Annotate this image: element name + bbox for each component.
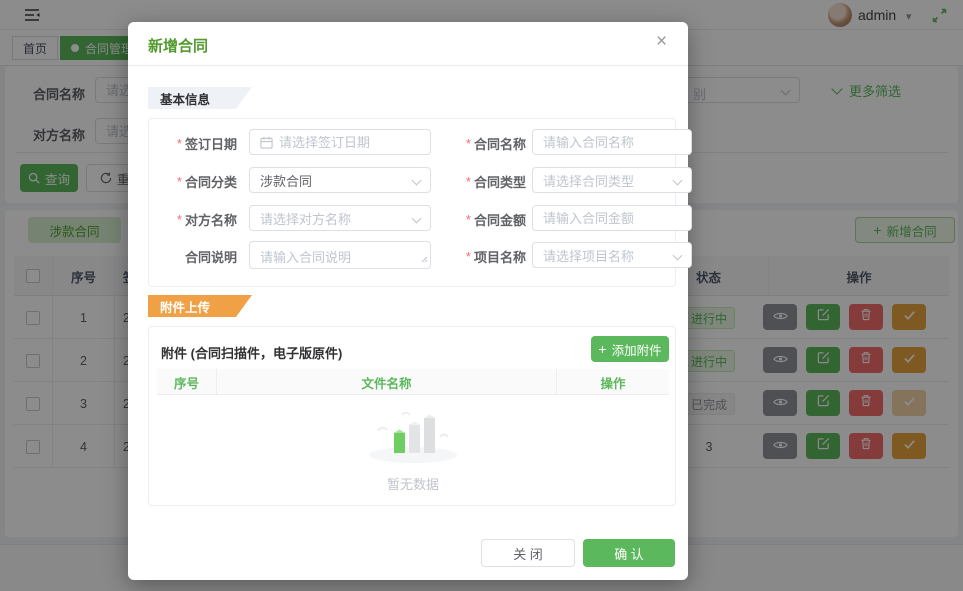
field-label-contract-name: * 合同名称 — [439, 134, 526, 153]
empty-chart-illustration — [358, 401, 468, 470]
dialog-confirm-button[interactable]: 确 认 — [583, 539, 675, 567]
attachment-section-badge: 附件上传 — [148, 295, 252, 317]
sign-date-input[interactable] — [249, 129, 431, 155]
app-root: admin ▾ 首页 合同管理 合同名称 对方名称 — [0, 0, 963, 591]
label-text: 合同名称 — [474, 134, 526, 153]
basic-info-section-badge: 基本信息 — [148, 87, 252, 109]
label-text: 项目名称 — [474, 247, 526, 266]
contract-category-select[interactable]: 涉款合同 — [249, 167, 431, 193]
attachment-title: 附件 (合同扫描件，电子版原件) — [161, 343, 342, 362]
add-attachment-button[interactable]: + 添加附件 — [591, 336, 669, 362]
attachment-table-header: 序号 文件名称 操作 — [157, 369, 669, 395]
project-name-select[interactable]: 请选择项目名称 — [532, 242, 692, 268]
contract-name-field[interactable] — [543, 130, 681, 154]
resize-handle[interactable] — [421, 251, 428, 266]
attachment-header-filename: 文件名称 — [217, 369, 557, 395]
sign-date-field[interactable] — [279, 130, 420, 154]
project-name-placeholder: 请选择项目名称 — [543, 246, 634, 265]
basic-info-label: 基本信息 — [160, 89, 210, 108]
contract-note-field[interactable] — [260, 247, 420, 268]
required-mark: * — [466, 212, 471, 227]
attachment-panel: 附件 (合同扫描件，电子版原件) + 添加附件 序号 文件名称 操作 — [148, 326, 676, 506]
label-text: 合同说明 — [185, 247, 237, 266]
field-label-contract-type: * 合同类型 — [439, 172, 526, 191]
required-mark: * — [177, 212, 182, 227]
empty-text: 暂无数据 — [387, 474, 439, 493]
contract-name-input[interactable] — [532, 129, 692, 155]
required-mark: * — [466, 174, 471, 189]
plus-icon: + — [598, 341, 606, 357]
required-mark: * — [466, 136, 471, 151]
field-label-contract-note: 合同说明 — [155, 247, 237, 266]
field-label-party-name: * 对方名称 — [155, 210, 237, 229]
required-mark: * — [177, 174, 182, 189]
contract-amount-field[interactable] — [543, 206, 681, 230]
chevron-down-icon — [673, 176, 683, 186]
field-label-contract-category: * 合同分类 — [155, 172, 237, 191]
label-text: 对方名称 — [185, 210, 237, 229]
party-name-placeholder: 请选择对方名称 — [260, 209, 351, 228]
label-text: 合同分类 — [185, 172, 237, 191]
dialog-title: 新增合同 — [148, 35, 208, 56]
contract-type-placeholder: 请选择合同类型 — [543, 171, 634, 190]
basic-info-panel: * 签订日期 * 合同名称 * 合同分类 涉款合同 — [148, 118, 676, 287]
contract-note-textarea[interactable] — [249, 241, 431, 269]
field-label-sign-date: * 签订日期 — [155, 134, 237, 153]
chevron-down-icon — [412, 214, 422, 224]
calendar-icon — [260, 136, 273, 149]
label-text: 合同金额 — [474, 210, 526, 229]
label-text: 合同类型 — [474, 172, 526, 191]
dialog-close-label: 关 闭 — [513, 544, 543, 563]
dialog-confirm-label: 确 认 — [614, 544, 644, 563]
attachment-header-index: 序号 — [157, 369, 217, 395]
required-mark: * — [177, 136, 182, 151]
party-name-select[interactable]: 请选择对方名称 — [249, 205, 431, 231]
label-text: 签订日期 — [185, 134, 237, 153]
contract-type-select[interactable]: 请选择合同类型 — [532, 167, 692, 193]
dialog-header: 新增合同 × — [128, 22, 688, 66]
chevron-down-icon — [673, 251, 683, 261]
contract-category-value: 涉款合同 — [260, 171, 312, 190]
attachment-section-label: 附件上传 — [160, 297, 210, 316]
new-contract-dialog: 新增合同 × 基本信息 * 签订日期 * 合同名称 — [128, 22, 688, 580]
close-icon[interactable]: × — [656, 32, 667, 51]
contract-amount-input[interactable] — [532, 205, 692, 231]
field-label-project-name: * 项目名称 — [439, 247, 526, 266]
chevron-down-icon — [412, 176, 422, 186]
empty-state: 暂无数据 — [157, 395, 669, 499]
attachment-header-action: 操作 — [557, 369, 669, 395]
field-label-contract-amount: * 合同金额 — [439, 210, 526, 229]
add-attachment-label: 添加附件 — [612, 340, 662, 359]
required-mark: * — [466, 249, 471, 264]
dialog-close-button[interactable]: 关 闭 — [481, 539, 575, 567]
